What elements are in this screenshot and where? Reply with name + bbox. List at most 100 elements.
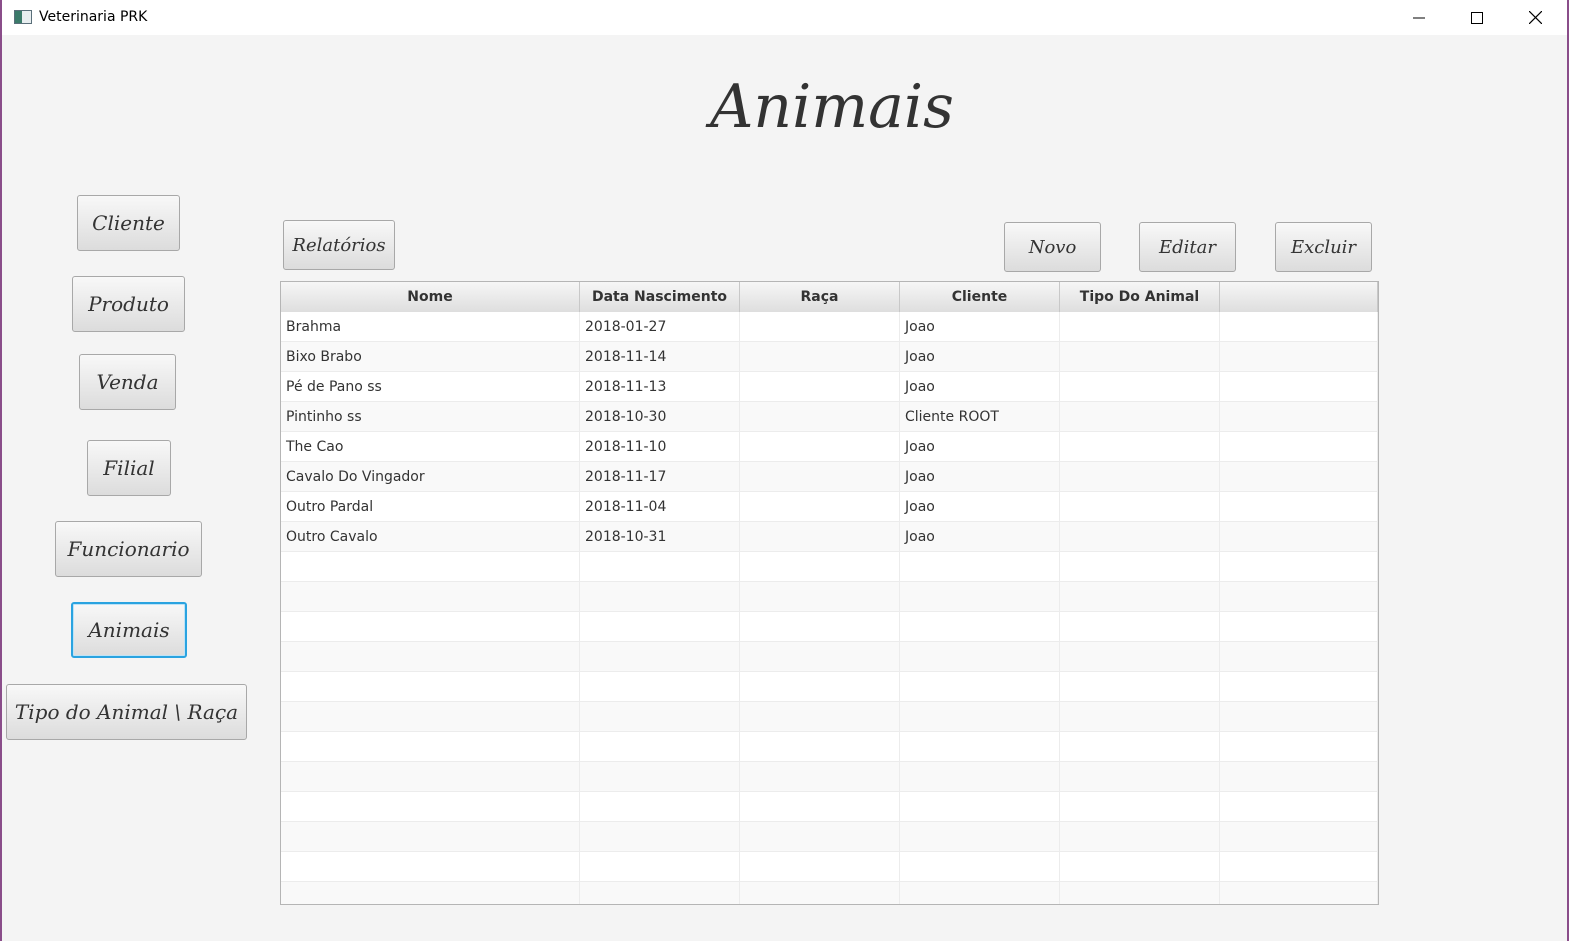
table-cell [900, 792, 1060, 821]
table-cell [900, 732, 1060, 761]
empty-table-row [281, 672, 1378, 702]
table-cell [580, 822, 740, 851]
empty-table-row [281, 582, 1378, 612]
app-window: Veterinaria PRK Animais Cliente Produto … [0, 0, 1569, 941]
table-cell [281, 852, 580, 881]
table-cell [1220, 642, 1378, 671]
table-cell [580, 732, 740, 761]
table-cell: 2018-10-30 [580, 402, 740, 431]
column-header-raca[interactable]: Raça [740, 282, 900, 312]
table-cell [1220, 582, 1378, 611]
table-cell [281, 672, 580, 701]
table-cell: The Cao [281, 432, 580, 461]
table-cell [1060, 822, 1220, 851]
table-row[interactable]: Bixo Brabo 2018-11-14 Joao [281, 342, 1378, 372]
table-cell [1060, 882, 1220, 904]
table-cell [1060, 522, 1220, 551]
table-cell: Joao [900, 342, 1060, 371]
column-header-tipo-do-animal[interactable]: Tipo Do Animal [1060, 282, 1220, 312]
table-cell [281, 762, 580, 791]
table-cell [740, 432, 900, 461]
table-cell [1060, 672, 1220, 701]
table-cell [1060, 762, 1220, 791]
empty-table-row [281, 702, 1378, 732]
table-cell [900, 822, 1060, 851]
column-header-nome[interactable]: Nome [281, 282, 580, 312]
edit-button[interactable]: Editar [1139, 222, 1236, 272]
table-cell: 2018-11-04 [580, 492, 740, 521]
table-row[interactable]: Pé de Pano ss 2018-11-13 Joao [281, 372, 1378, 402]
table-cell: 2018-11-14 [580, 342, 740, 371]
table-cell [740, 342, 900, 371]
table-header: Nome Data Nascimento Raça Cliente Tipo D… [281, 282, 1378, 313]
table-cell [900, 852, 1060, 881]
table-cell [1220, 552, 1378, 581]
table-cell [740, 642, 900, 671]
table-cell [1060, 612, 1220, 641]
column-header-cliente[interactable]: Cliente [900, 282, 1060, 312]
table-cell [1060, 732, 1220, 761]
table-cell [580, 792, 740, 821]
table-cell [281, 882, 580, 904]
table-cell [580, 612, 740, 641]
table-cell [900, 612, 1060, 641]
table-cell: 2018-01-27 [580, 312, 740, 341]
table-cell: Pintinho ss [281, 402, 580, 431]
table-cell: Cavalo Do Vingador [281, 462, 580, 491]
table-cell [281, 702, 580, 731]
table-row[interactable]: Outro Cavalo 2018-10-31 Joao [281, 522, 1378, 552]
table-cell: Brahma [281, 312, 580, 341]
table-cell [740, 852, 900, 881]
table-cell [1220, 882, 1378, 904]
table-cell [281, 552, 580, 581]
table-cell [1060, 492, 1220, 521]
nav-button-cliente[interactable]: Cliente [77, 195, 180, 251]
table-cell: Bixo Brabo [281, 342, 580, 371]
table-cell [1220, 702, 1378, 731]
table-cell [580, 552, 740, 581]
table-cell [900, 762, 1060, 791]
empty-table-row [281, 552, 1378, 582]
table-cell [900, 882, 1060, 904]
app-icon [14, 10, 32, 24]
table-cell [1220, 342, 1378, 371]
table-cell [1060, 342, 1220, 371]
table-cell [1220, 372, 1378, 401]
table-cell [740, 672, 900, 701]
table-cell [900, 582, 1060, 611]
empty-table-row [281, 612, 1378, 642]
table-cell [900, 552, 1060, 581]
table-row[interactable]: The Cao 2018-11-10 Joao [281, 432, 1378, 462]
table-row[interactable]: Brahma 2018-01-27 Joao [281, 312, 1378, 342]
animals-table[interactable]: Nome Data Nascimento Raça Cliente Tipo D… [280, 281, 1379, 905]
table-cell [740, 762, 900, 791]
table-cell [740, 882, 900, 904]
new-button[interactable]: Novo [1004, 222, 1101, 272]
table-cell [281, 822, 580, 851]
table-row[interactable]: Cavalo Do Vingador 2018-11-17 Joao [281, 462, 1378, 492]
minimize-button[interactable] [1390, 0, 1448, 35]
table-cell [1220, 312, 1378, 341]
table-cell [1060, 642, 1220, 671]
table-cell: Joao [900, 462, 1060, 491]
table-row[interactable]: Pintinho ss 2018-10-30 Cliente ROOT [281, 402, 1378, 432]
delete-button[interactable]: Excluir [1275, 222, 1372, 272]
nav-button-funcionario[interactable]: Funcionario [55, 521, 202, 577]
table-cell [740, 372, 900, 401]
nav-button-venda[interactable]: Venda [79, 354, 176, 410]
empty-table-row [281, 882, 1378, 904]
nav-button-animais[interactable]: Animais [71, 602, 187, 658]
table-body: Brahma 2018-01-27 Joao Bixo Brabo 2018-11-14… [281, 312, 1378, 904]
column-header-data-nascimento[interactable]: Data Nascimento [580, 282, 740, 312]
nav-button-produto[interactable]: Produto [72, 276, 185, 332]
table-cell [1220, 792, 1378, 821]
table-cell: Outro Pardal [281, 492, 580, 521]
close-button[interactable] [1506, 0, 1564, 35]
reports-button[interactable]: Relatórios [283, 220, 395, 270]
table-cell [580, 882, 740, 904]
table-cell [1060, 582, 1220, 611]
nav-button-filial[interactable]: Filial [87, 440, 171, 496]
nav-button-tipo-animal-raca[interactable]: Tipo do Animal \ Raça [6, 684, 247, 740]
table-row[interactable]: Outro Pardal 2018-11-04 Joao [281, 492, 1378, 522]
maximize-button[interactable] [1448, 0, 1506, 35]
